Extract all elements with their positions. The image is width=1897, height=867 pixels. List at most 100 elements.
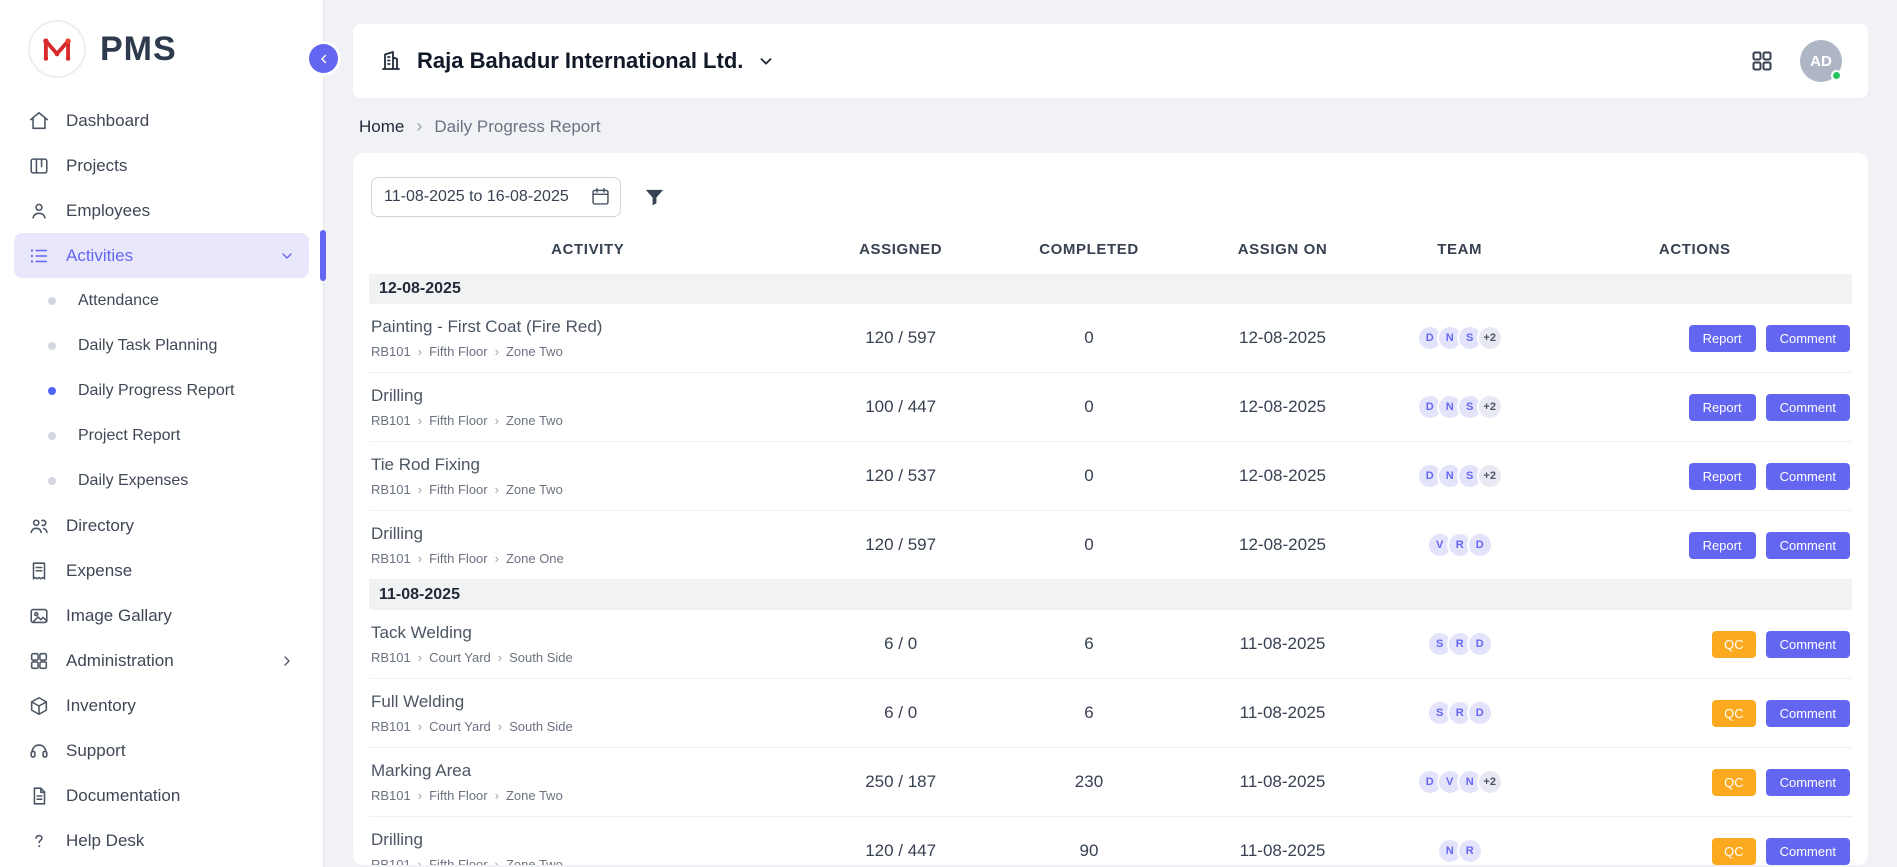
path-segment: Fifth Floor	[429, 788, 488, 803]
comment-button[interactable]: Comment	[1766, 532, 1850, 559]
team-overflow-badge: +2	[1477, 325, 1503, 351]
comment-button[interactable]: Comment	[1766, 700, 1850, 727]
main-content: Raja Bahadur International Ltd. AD Home …	[324, 0, 1897, 865]
sidebar-item-image-gallery[interactable]: Image Gallary	[14, 593, 309, 638]
activity-title[interactable]: Tack Welding	[371, 623, 806, 643]
team-avatars: SRD	[1382, 631, 1538, 657]
path-segment: RB101	[371, 551, 411, 566]
activity-title[interactable]: Full Welding	[371, 692, 806, 712]
comment-button[interactable]: Comment	[1766, 631, 1850, 658]
activity-title[interactable]: Drilling	[371, 830, 806, 850]
sidebar-subitem-project-report[interactable]: Project Report	[0, 413, 323, 458]
activity-cell: Marking AreaRB101›Fifth Floor›Zone Two	[369, 761, 806, 803]
row-actions: Report Comment	[1538, 532, 1852, 559]
question-icon	[28, 830, 50, 852]
team-avatars: DVN+2	[1382, 769, 1538, 795]
date-range-field	[371, 177, 621, 217]
report-button[interactable]: Report	[1689, 394, 1756, 421]
filter-button[interactable]	[643, 186, 666, 209]
company-selector[interactable]: Raja Bahadur International Ltd.	[379, 48, 775, 74]
sidebar-item-label: Projects	[66, 156, 127, 176]
report-button[interactable]: Report	[1689, 325, 1756, 352]
assign-on-date: 12-08-2025	[1183, 328, 1382, 348]
sidebar-item-directory[interactable]: Directory	[14, 503, 309, 548]
sidebar-subitem-attendance[interactable]: Attendance	[0, 278, 323, 323]
apps-grid-icon[interactable]	[1750, 49, 1774, 73]
activity-location-path: RB101›Fifth Floor›Zone One	[371, 551, 806, 566]
activity-title[interactable]: Drilling	[371, 386, 806, 406]
activity-location-path: RB101›Fifth Floor›Zone Two	[371, 344, 806, 359]
activity-cell: Full WeldingRB101›Court Yard›South Side	[369, 692, 806, 734]
activity-cell: Tie Rod Fixing RB101›Fifth Floor›Zone Two	[369, 455, 806, 497]
topbar-actions: AD	[1750, 40, 1842, 82]
user-avatar[interactable]: AD	[1800, 40, 1842, 82]
team-overflow-badge: +2	[1477, 463, 1503, 489]
chevron-right-icon: ›	[418, 857, 422, 865]
completed-value: 0	[995, 466, 1183, 486]
sidebar-item-documentation[interactable]: Documentation	[14, 773, 309, 818]
comment-button[interactable]: Comment	[1766, 838, 1850, 865]
sidebar-item-projects[interactable]: Projects	[14, 143, 309, 188]
qc-button[interactable]: QC	[1712, 631, 1756, 658]
sidebar-item-activities[interactable]: Activities	[14, 233, 309, 278]
activity-row: Marking AreaRB101›Fifth Floor›Zone Two25…	[369, 748, 1852, 817]
team-avatars: DNS+2	[1382, 325, 1538, 351]
activity-title[interactable]: Painting - First Coat (Fire Red)	[371, 317, 806, 337]
sidebar-item-dashboard[interactable]: Dashboard	[14, 98, 309, 143]
daily-progress-table: ACTIVITY ASSIGNED COMPLETED ASSIGN ON TE…	[369, 221, 1852, 865]
sidebar-subitem-daily-progress-report[interactable]: Daily Progress Report	[0, 368, 323, 413]
row-actions: QC Comment	[1538, 769, 1852, 796]
report-button[interactable]: Report	[1689, 463, 1756, 490]
sidebar-subitem-daily-expenses[interactable]: Daily Expenses	[0, 458, 323, 503]
chevron-down-icon	[757, 52, 775, 70]
activity-title[interactable]: Tie Rod Fixing	[371, 455, 806, 475]
sidebar-subitem-label: Daily Task Planning	[78, 337, 217, 355]
row-actions: Report Comment	[1538, 463, 1852, 490]
comment-button[interactable]: Comment	[1766, 463, 1850, 490]
comment-button[interactable]: Comment	[1766, 769, 1850, 796]
path-segment: Zone Two	[506, 413, 563, 428]
report-button[interactable]: Report	[1689, 532, 1756, 559]
sidebar-item-expense[interactable]: Expense	[14, 548, 309, 593]
team-avatars: NR	[1382, 838, 1538, 864]
date-range-input[interactable]	[371, 177, 621, 217]
activity-title[interactable]: Drilling	[371, 524, 806, 544]
activity-title[interactable]: Marking Area	[371, 761, 806, 781]
sidebar-item-help-desk[interactable]: Help Desk	[14, 818, 309, 863]
building-icon	[379, 49, 403, 73]
path-segment: RB101	[371, 650, 411, 665]
report-card: ACTIVITY ASSIGNED COMPLETED ASSIGN ON TE…	[353, 153, 1868, 865]
path-segment: RB101	[371, 857, 411, 865]
sidebar-item-support[interactable]: Support	[14, 728, 309, 773]
column-header-completed: COMPLETED	[995, 241, 1183, 258]
box-icon	[28, 695, 50, 717]
activity-row: DrillingRB101›Fifth Floor›Zone Two100 / …	[369, 373, 1852, 442]
chevron-right-icon: ›	[498, 719, 502, 734]
kanban-icon	[28, 155, 50, 177]
path-segment: Fifth Floor	[429, 551, 488, 566]
qc-button[interactable]: QC	[1712, 769, 1756, 796]
sidebar-collapse-button[interactable]	[309, 44, 338, 73]
assigned-value: 120 / 597	[806, 535, 994, 555]
activity-row: Painting - First Coat (Fire Red) RB101›Fi…	[369, 304, 1852, 373]
column-header-assign-on: ASSIGN ON	[1183, 241, 1382, 258]
sidebar-item-inventory[interactable]: Inventory	[14, 683, 309, 728]
top-header-bar: Raja Bahadur International Ltd. AD	[353, 24, 1868, 98]
sidebar-item-label: Image Gallary	[66, 606, 172, 626]
breadcrumb-home-link[interactable]: Home	[359, 117, 404, 137]
activity-location-path: RB101›Fifth Floor›Zone Two	[371, 482, 806, 497]
qc-button[interactable]: QC	[1712, 700, 1756, 727]
image-icon	[28, 605, 50, 627]
qc-button[interactable]: QC	[1712, 838, 1756, 865]
sidebar-item-administration[interactable]: Administration	[14, 638, 309, 683]
sidebar-subitem-daily-task-planning[interactable]: Daily Task Planning	[0, 323, 323, 368]
path-segment: Fifth Floor	[429, 413, 488, 428]
sidebar-item-employees[interactable]: Employees	[14, 188, 309, 233]
chevron-down-icon	[279, 248, 295, 264]
assign-on-date: 12-08-2025	[1183, 397, 1382, 417]
date-group-header: 11-08-2025	[369, 580, 1852, 610]
comment-button[interactable]: Comment	[1766, 325, 1850, 352]
assigned-value: 250 / 187	[806, 772, 994, 792]
team-avatars: DNS+2	[1382, 394, 1538, 420]
comment-button[interactable]: Comment	[1766, 394, 1850, 421]
